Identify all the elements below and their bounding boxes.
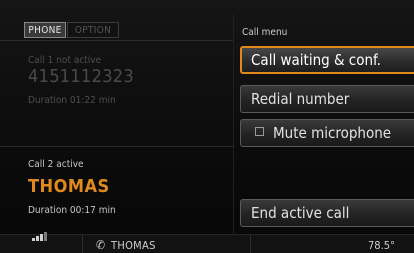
- handset-icon: ✆: [96, 238, 106, 252]
- call1-duration: Duration 01:22 min: [28, 95, 116, 106]
- phone-screen: PHONE OPTION Call 1 not active 415111232…: [0, 0, 414, 253]
- call2-status: Call 2 active: [28, 159, 84, 170]
- mute-microphone-button[interactable]: Mute microphone: [240, 119, 414, 147]
- call-divider: [0, 146, 234, 147]
- status-separator: [250, 235, 251, 253]
- tab-divider: [0, 40, 234, 41]
- call-menu-title: Call menu: [242, 27, 288, 38]
- call-waiting-conf-button[interactable]: Call waiting & conf.: [240, 46, 414, 74]
- call1-status: Call 1 not active: [28, 55, 102, 66]
- checkbox-icon: [255, 127, 264, 136]
- mute-microphone-label: Mute microphone: [273, 124, 392, 142]
- call1-number: 4151112323: [28, 66, 135, 87]
- status-bar: ✆ THOMAS 78.5°: [0, 232, 414, 253]
- status-caller-name: THOMAS: [111, 239, 156, 252]
- tab-phone[interactable]: PHONE: [24, 22, 66, 38]
- panel-separator: [233, 14, 234, 234]
- redial-number-button[interactable]: Redial number: [240, 85, 414, 113]
- status-frequency: 78.5°: [368, 239, 395, 252]
- tab-option[interactable]: OPTION: [67, 22, 119, 38]
- status-separator: [82, 235, 83, 253]
- call2-duration: Duration 00:17 min: [28, 205, 116, 216]
- call2-name: THOMAS: [28, 176, 110, 197]
- end-active-call-button[interactable]: End active call: [240, 199, 414, 227]
